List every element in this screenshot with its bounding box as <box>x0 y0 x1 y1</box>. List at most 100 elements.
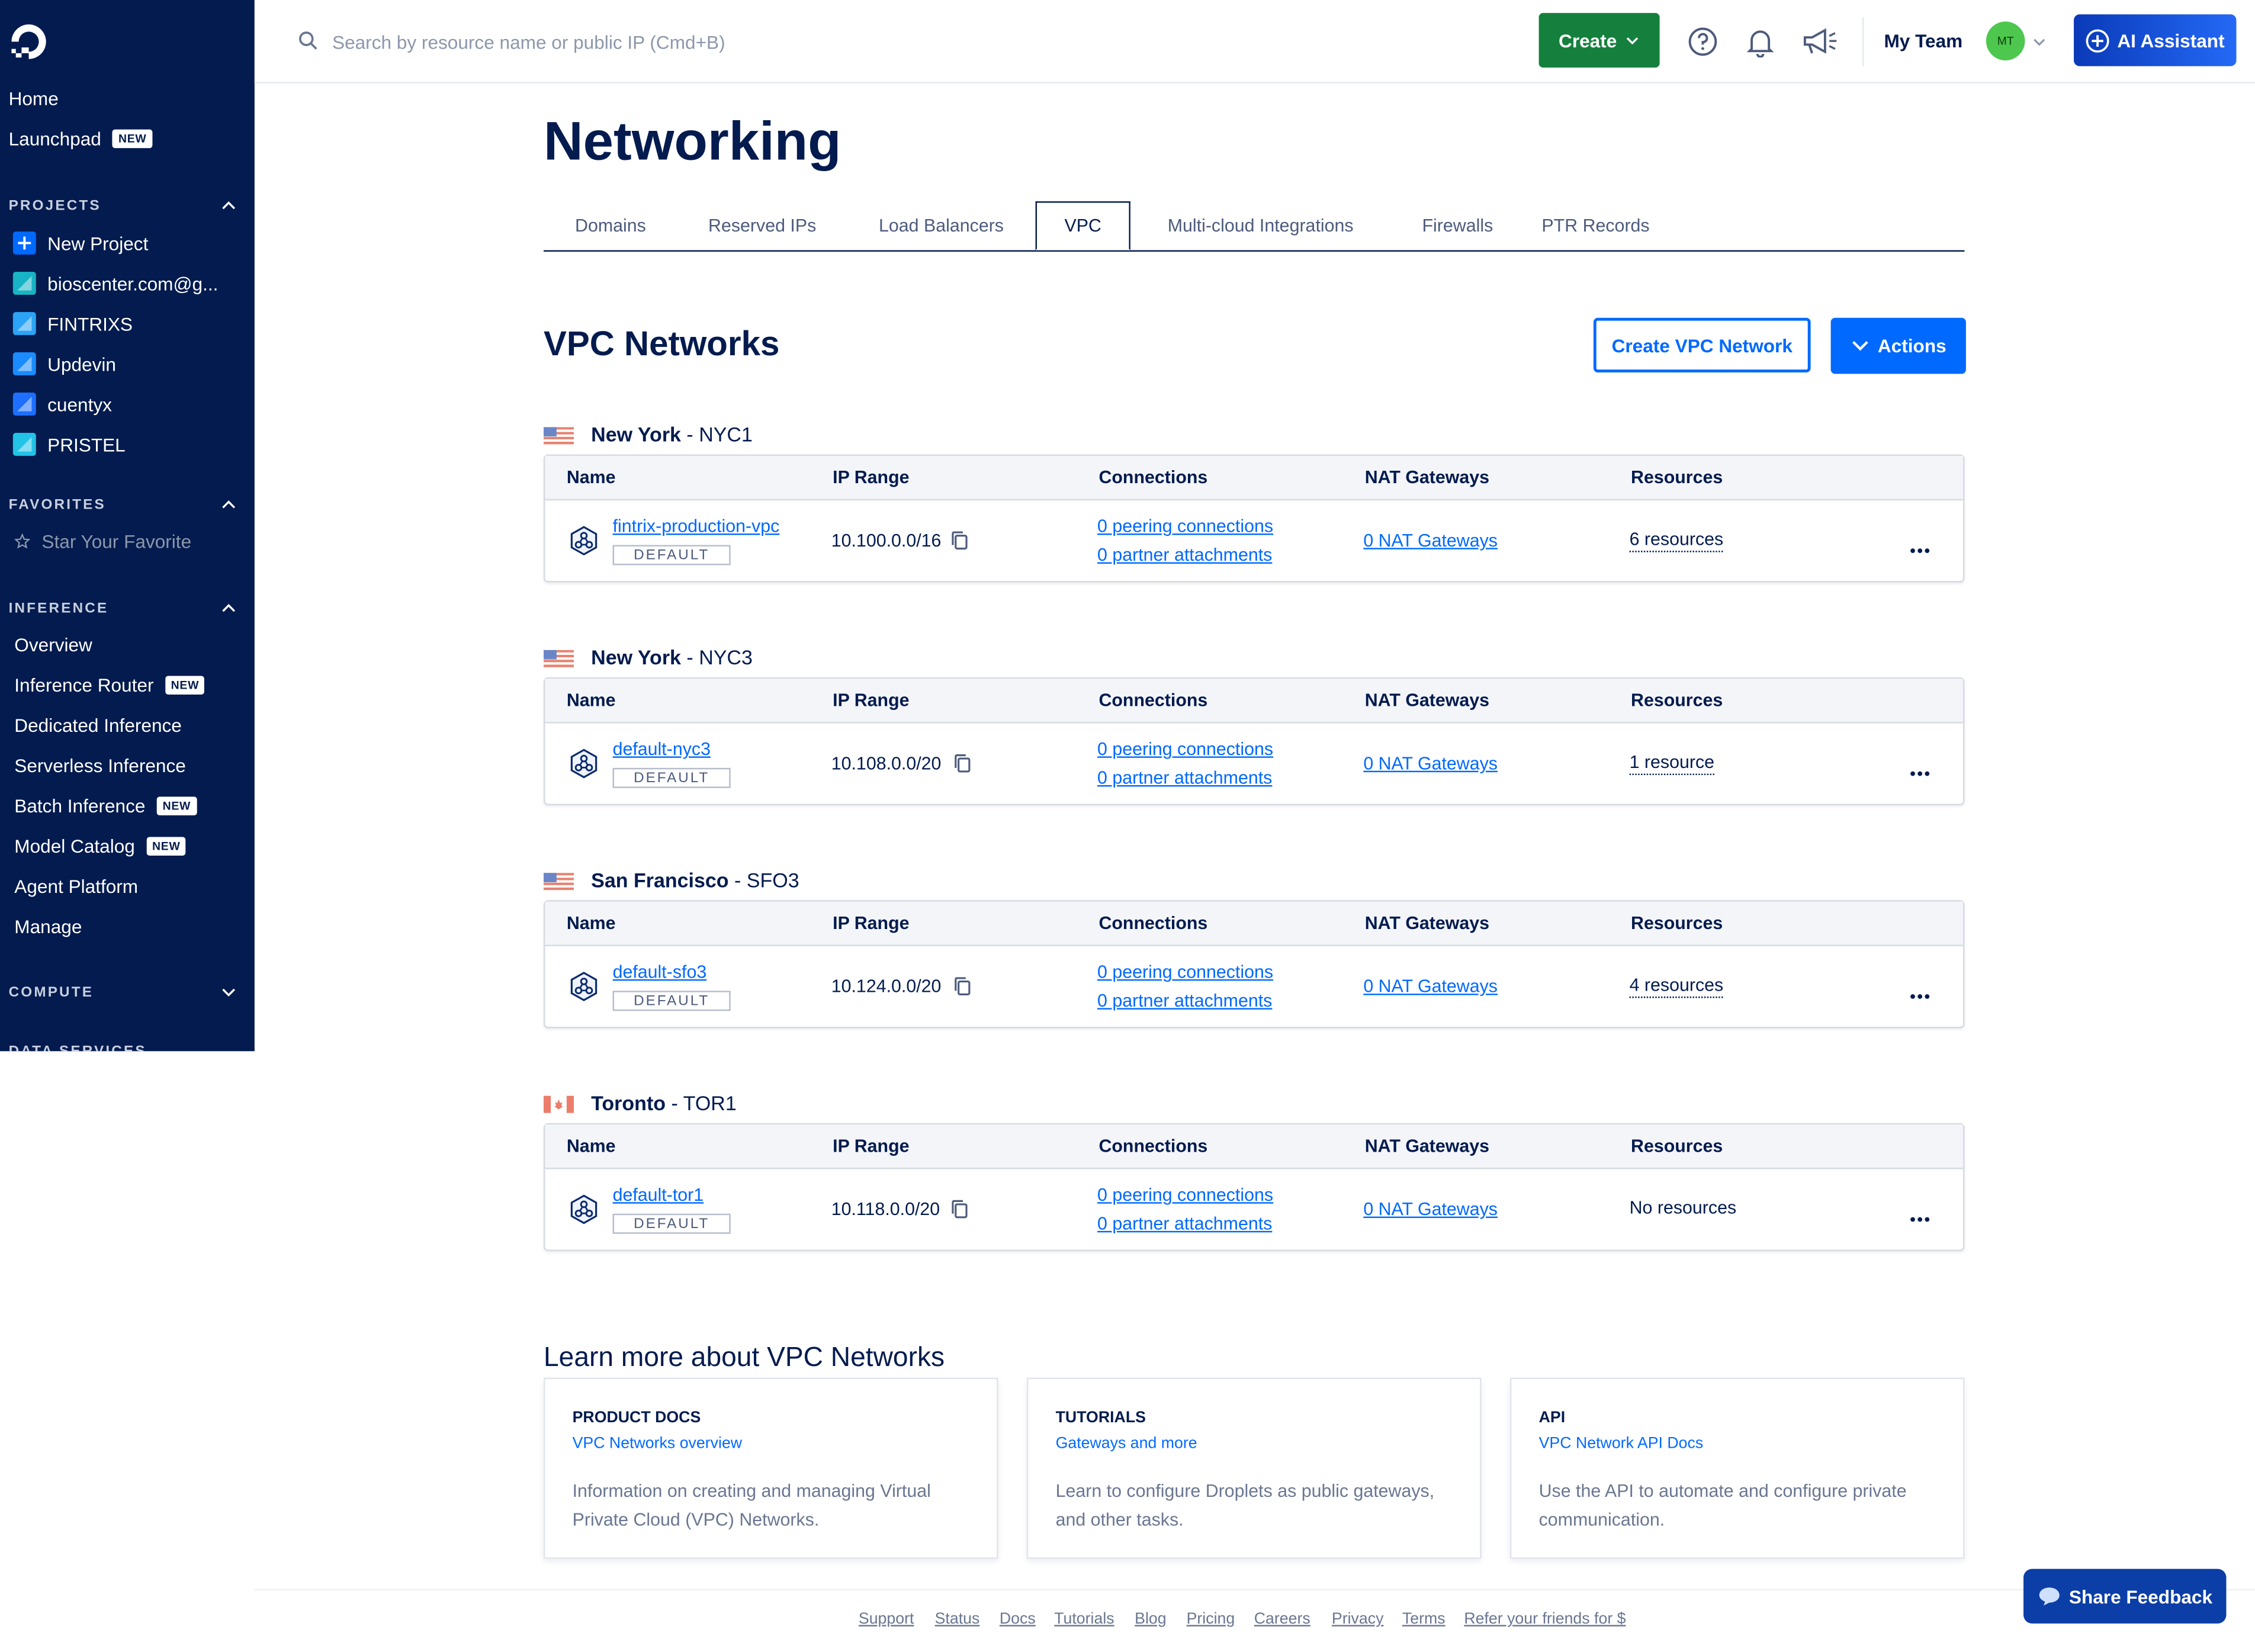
data-services-header[interactable]: DATA SERVICES <box>9 1044 147 1051</box>
footer-link[interactable]: Privacy <box>1332 1611 1384 1628</box>
more-options-icon[interactable] <box>1909 759 1932 776</box>
peering-connections-link[interactable]: 0 peering connections <box>1097 516 1273 536</box>
tab-ptr-records[interactable]: PTR Records <box>1524 201 1666 250</box>
footer-link[interactable]: Careers <box>1254 1611 1310 1628</box>
create-vpc-button[interactable]: Create VPC Network <box>1593 317 1811 373</box>
peering-connections-link[interactable]: 0 peering connections <box>1097 962 1273 982</box>
chevron-up-icon[interactable] <box>221 497 236 512</box>
resources-count[interactable]: 6 resources <box>1629 529 1724 552</box>
inference-item[interactable]: Serverless Inference <box>14 755 186 776</box>
nat-gateways-link[interactable]: 0 NAT Gateways <box>1363 976 1498 997</box>
ai-assistant-button[interactable]: AI Assistant <box>2074 14 2237 66</box>
nat-gateways-link[interactable]: 0 NAT Gateways <box>1363 1199 1498 1219</box>
resources-count[interactable]: 4 resources <box>1629 975 1724 998</box>
bell-icon[interactable] <box>1745 26 1776 58</box>
footer-link[interactable]: Blog <box>1135 1611 1167 1628</box>
table-row: fintrix-production-vpc DEFAULT 10.100.0.0/… <box>545 456 1963 581</box>
copy-icon[interactable] <box>950 1199 969 1219</box>
copy-icon[interactable] <box>953 976 972 997</box>
favorites-header[interactable]: FAVORITES <box>9 497 106 513</box>
project-item[interactable]: PRISTEL <box>12 433 126 456</box>
share-feedback-button[interactable]: Share Feedback <box>2023 1569 2227 1624</box>
footer-link[interactable]: Status <box>935 1611 980 1628</box>
project-item[interactable]: bioscenter.com@g... <box>12 272 219 295</box>
inference-item[interactable]: Agent Platform <box>14 876 138 897</box>
compute-header[interactable]: COMPUTE <box>9 985 94 1001</box>
actions-button[interactable]: Actions <box>1830 317 1966 374</box>
tab-reserved-ips[interactable]: Reserved IPs <box>677 201 847 250</box>
tab-multi-cloud-integrations[interactable]: Multi-cloud Integrations <box>1130 201 1391 250</box>
chevron-up-icon[interactable] <box>221 198 236 213</box>
project-label: PRISTEL <box>47 433 126 455</box>
digitalocean-logo[interactable] <box>9 21 49 62</box>
tab-firewalls[interactable]: Firewalls <box>1390 201 1524 250</box>
more-options-icon[interactable] <box>1909 1205 1932 1222</box>
chevron-down-icon <box>1852 341 1868 351</box>
inference-item[interactable]: Manage <box>14 916 82 937</box>
sidebar-home[interactable]: Home <box>9 88 59 109</box>
tab-domains[interactable]: Domains <box>544 201 677 250</box>
chevron-up-icon[interactable] <box>221 601 236 615</box>
create-button[interactable]: Create <box>1538 12 1660 68</box>
section-title: VPC Networks <box>544 324 780 364</box>
nat-gateways-link[interactable]: 0 NAT Gateways <box>1363 754 1498 774</box>
project-item[interactable]: New Project <box>12 232 148 255</box>
vpc-name-link[interactable]: default-nyc3 <box>613 739 711 759</box>
copy-icon[interactable] <box>950 531 969 551</box>
copy-icon[interactable] <box>953 754 972 774</box>
project-item[interactable]: Updevin <box>12 352 116 375</box>
partner-attachments-link[interactable]: 0 partner attachments <box>1097 545 1272 565</box>
card-link[interactable]: VPC Networks overview <box>573 1435 743 1452</box>
card-link[interactable]: VPC Network API Docs <box>1539 1435 1704 1452</box>
chevron-down-icon[interactable] <box>2032 34 2047 49</box>
inference-item[interactable]: Model Catalog NEW <box>14 835 187 857</box>
card-kind: TUTORIALS <box>1055 1409 1146 1427</box>
partner-attachments-link[interactable]: 0 partner attachments <box>1097 768 1272 788</box>
vpc-name-link[interactable]: default-sfo3 <box>613 962 707 982</box>
inference-header[interactable]: INFERENCE <box>9 601 109 617</box>
tab-vpc[interactable]: VPC <box>1035 201 1130 250</box>
footer-link[interactable]: Support <box>859 1611 914 1628</box>
tab-load-balancers[interactable]: Load Balancers <box>847 201 1035 250</box>
project-icon <box>12 393 36 416</box>
star-favorite-label: Star Your Favorite <box>41 531 192 552</box>
footer-link[interactable]: Pricing <box>1187 1611 1235 1628</box>
partner-attachments-link[interactable]: 0 partner attachments <box>1097 1214 1272 1234</box>
nat-gateways-link[interactable]: 0 NAT Gateways <box>1363 531 1498 551</box>
inference-item[interactable]: Inference Router NEW <box>14 674 205 696</box>
project-item[interactable]: FINTRIXS <box>12 312 133 335</box>
more-options-icon[interactable] <box>1909 536 1932 554</box>
footer-link[interactable]: Terms <box>1402 1611 1445 1628</box>
vpc-name-link[interactable]: fintrix-production-vpc <box>613 516 780 536</box>
project-item[interactable]: cuentyx <box>12 393 112 416</box>
vpc-region: New York - NYC1 Name IP Range Connections NA… <box>544 423 1965 584</box>
footer-link[interactable]: Docs <box>1000 1611 1036 1628</box>
divider <box>1862 17 1864 66</box>
inference-item[interactable]: Overview <box>14 634 92 655</box>
peering-connections-link[interactable]: 0 peering connections <box>1097 739 1273 759</box>
inference-item[interactable]: Dedicated Inference <box>14 715 182 736</box>
us-flag-icon <box>544 872 574 891</box>
chevron-down-icon[interactable] <box>221 985 236 999</box>
peering-connections-link[interactable]: 0 peering connections <box>1097 1185 1273 1205</box>
us-flag-icon <box>544 648 574 667</box>
star-favorite[interactable]: Star Your Favorite <box>14 531 191 552</box>
resources-count[interactable]: 1 resource <box>1629 752 1715 776</box>
team-name[interactable]: My Team <box>1884 30 1962 52</box>
partner-attachments-link[interactable]: 0 partner attachments <box>1097 991 1272 1011</box>
avatar[interactable]: MT <box>1986 21 2025 61</box>
more-options-icon[interactable] <box>1909 982 1932 999</box>
card-link[interactable]: Gateways and more <box>1056 1435 1197 1452</box>
footer-link[interactable]: Refer your friends for $ <box>1464 1611 1626 1628</box>
region-code: - NYC1 <box>680 423 753 446</box>
default-tag: DEFAULT <box>612 545 731 565</box>
projects-header[interactable]: PROJECTS <box>9 198 101 214</box>
help-icon[interactable] <box>1687 26 1718 57</box>
sidebar-launchpad[interactable]: Launchpad NEW <box>9 128 153 150</box>
region-header: Toronto - TOR1 <box>544 1091 737 1114</box>
vpc-name-link[interactable]: default-tor1 <box>613 1185 704 1205</box>
footer-link[interactable]: Tutorials <box>1054 1611 1114 1628</box>
inference-item[interactable]: Batch Inference NEW <box>14 795 197 817</box>
megaphone-icon[interactable] <box>1801 26 1838 57</box>
search-input[interactable] <box>329 24 1083 59</box>
